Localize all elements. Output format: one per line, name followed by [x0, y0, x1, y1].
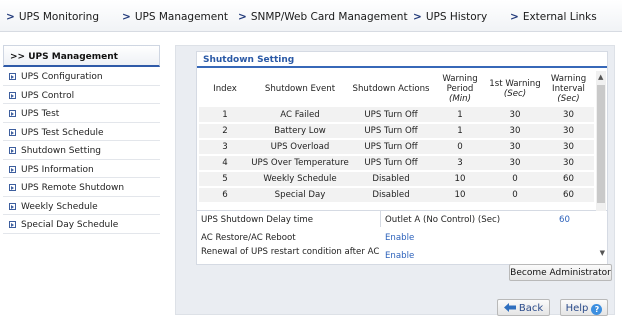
back-button[interactable]: Back	[497, 299, 550, 316]
chevron-right-icon: >	[122, 11, 131, 23]
help-button[interactable]: Help?	[560, 299, 608, 316]
sidebar-item-shutdown-setting[interactable]: Shutdown Setting	[3, 141, 160, 160]
sidebar-header: >> UPS Management	[3, 45, 160, 67]
column-header-first-warning: 1st Warning (Sec)	[487, 71, 543, 107]
bullet-arrow-icon	[9, 147, 16, 154]
ac-restore-label: AC Restore/AC Reboot	[201, 233, 296, 243]
bullet-arrow-icon	[9, 91, 16, 99]
table-header-row: Index Shutdown Event Shutdown Actions Wa…	[199, 71, 594, 107]
nav-external-links[interactable]: > External Links	[510, 11, 597, 23]
column-header-warning-interval: Warning Interval (Sec)	[543, 71, 594, 107]
column-header-actions: Shutdown Actions	[349, 71, 433, 107]
divider	[380, 211, 381, 227]
renewal-value[interactable]: Enable	[385, 251, 414, 261]
sidebar-item-ups-control[interactable]: UPS Control	[3, 86, 160, 104]
renewal-label: Renewal of UPS restart condition after A…	[201, 247, 380, 257]
chevron-up-icon[interactable]: ▲	[598, 74, 603, 81]
bullet-arrow-icon	[9, 165, 16, 173]
chevron-right-icon: >	[238, 11, 247, 23]
top-navigation: > UPS Monitoring > UPS Management > SNMP/We…	[0, 0, 622, 32]
column-header-index: Index	[199, 71, 251, 107]
sidebar: >> UPS Management UPS Configuration UPS …	[3, 45, 160, 234]
sidebar-item-ups-test[interactable]: UPS Test	[3, 104, 160, 123]
sidebar-item-ups-configuration[interactable]: UPS Configuration	[3, 67, 160, 86]
chevron-right-icon: >	[6, 11, 15, 23]
chevron-right-icon: >	[413, 11, 422, 23]
table-row[interactable]: 2 Battery Low UPS Turn Off 1 30 30	[199, 123, 594, 140]
sidebar-item-special-day-schedule[interactable]: Special Day Schedule	[3, 215, 160, 234]
column-header-event: Shutdown Event	[251, 71, 349, 107]
bullet-arrow-icon	[9, 202, 16, 210]
table-row[interactable]: 1 AC Failed UPS Turn Off 1 30 30	[199, 107, 594, 124]
bullet-arrow-icon	[9, 73, 16, 80]
table-row[interactable]: 4 UPS Over Temperature UPS Turn Off 3 30 30	[199, 155, 594, 172]
sidebar-item-ups-test-schedule[interactable]: UPS Test Schedule	[3, 123, 160, 141]
sidebar-item-ups-information[interactable]: UPS Information	[3, 160, 160, 178]
shutdown-options-panel: UPS Shutdown Delay time Outlet A (No Con…	[196, 211, 608, 265]
ac-restore-value[interactable]: Enable	[385, 233, 414, 243]
bullet-arrow-icon	[9, 184, 16, 191]
shutdown-delay-label: UPS Shutdown Delay time	[201, 215, 314, 225]
nav-ups-history[interactable]: > UPS History	[413, 11, 487, 23]
table-row[interactable]: 3 UPS Overload UPS Turn Off 0 30 30	[199, 139, 594, 156]
column-header-warning-period: Warning Period (Min)	[433, 71, 487, 107]
table-scrollbar[interactable]: ▲	[596, 71, 606, 211]
nav-ups-management[interactable]: > UPS Management	[122, 11, 228, 23]
bullet-arrow-icon	[9, 128, 16, 136]
table-row[interactable]: 5 Weekly Schedule Disabled 10 0 60	[199, 171, 594, 188]
chevron-right-icon: >	[510, 11, 519, 23]
bullet-arrow-icon	[9, 221, 16, 228]
nav-ups-monitoring[interactable]: > UPS Monitoring	[6, 11, 99, 23]
become-administrator-button[interactable]: Become Administrator	[509, 264, 612, 281]
shutdown-setting-section: Shutdown Setting Index Shutdown Event Sh…	[196, 51, 608, 211]
back-arrow-icon	[503, 303, 516, 312]
sidebar-item-ups-remote-shutdown[interactable]: UPS Remote Shutdown	[3, 178, 160, 197]
chevron-down-icon[interactable]: ▼	[600, 249, 605, 257]
shutdown-delay-value[interactable]: 60	[559, 215, 570, 225]
scrollbar-thumb[interactable]	[597, 85, 605, 203]
section-title: Shutdown Setting	[197, 52, 607, 68]
shutdown-events-table: Index Shutdown Event Shutdown Actions Wa…	[199, 71, 594, 204]
help-icon: ?	[591, 304, 603, 315]
table-row[interactable]: 6 Special Day Disabled 10 0 60	[199, 187, 594, 204]
bullet-arrow-icon	[9, 110, 16, 117]
outlet-label: Outlet A (No Control) (Sec)	[385, 215, 501, 225]
nav-snmp-web-card-management[interactable]: > SNMP/Web Card Management	[238, 11, 408, 23]
sidebar-item-weekly-schedule[interactable]: Weekly Schedule	[3, 197, 160, 215]
